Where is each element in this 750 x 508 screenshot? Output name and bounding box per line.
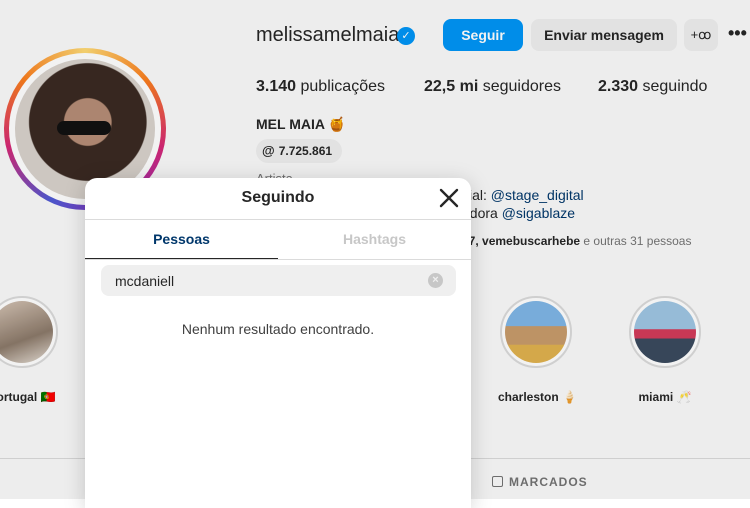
- tab-people[interactable]: Pessoas: [85, 219, 278, 259]
- no-results-message: Nenhum resultado encontrado.: [181, 321, 375, 337]
- dialog-title: Seguindo: [241, 189, 315, 206]
- following-dialog: Seguindo Pessoas Hashtags × Nenhum resul…: [85, 178, 471, 508]
- close-icon[interactable]: [438, 187, 460, 209]
- tab-hashtags[interactable]: Hashtags: [278, 219, 471, 259]
- dialog-tabs: Pessoas Hashtags: [85, 219, 471, 260]
- search-input[interactable]: [101, 265, 421, 296]
- search-box: ×: [101, 265, 456, 296]
- dialog-header: Seguindo: [85, 178, 471, 220]
- clear-search-icon[interactable]: ×: [428, 273, 443, 288]
